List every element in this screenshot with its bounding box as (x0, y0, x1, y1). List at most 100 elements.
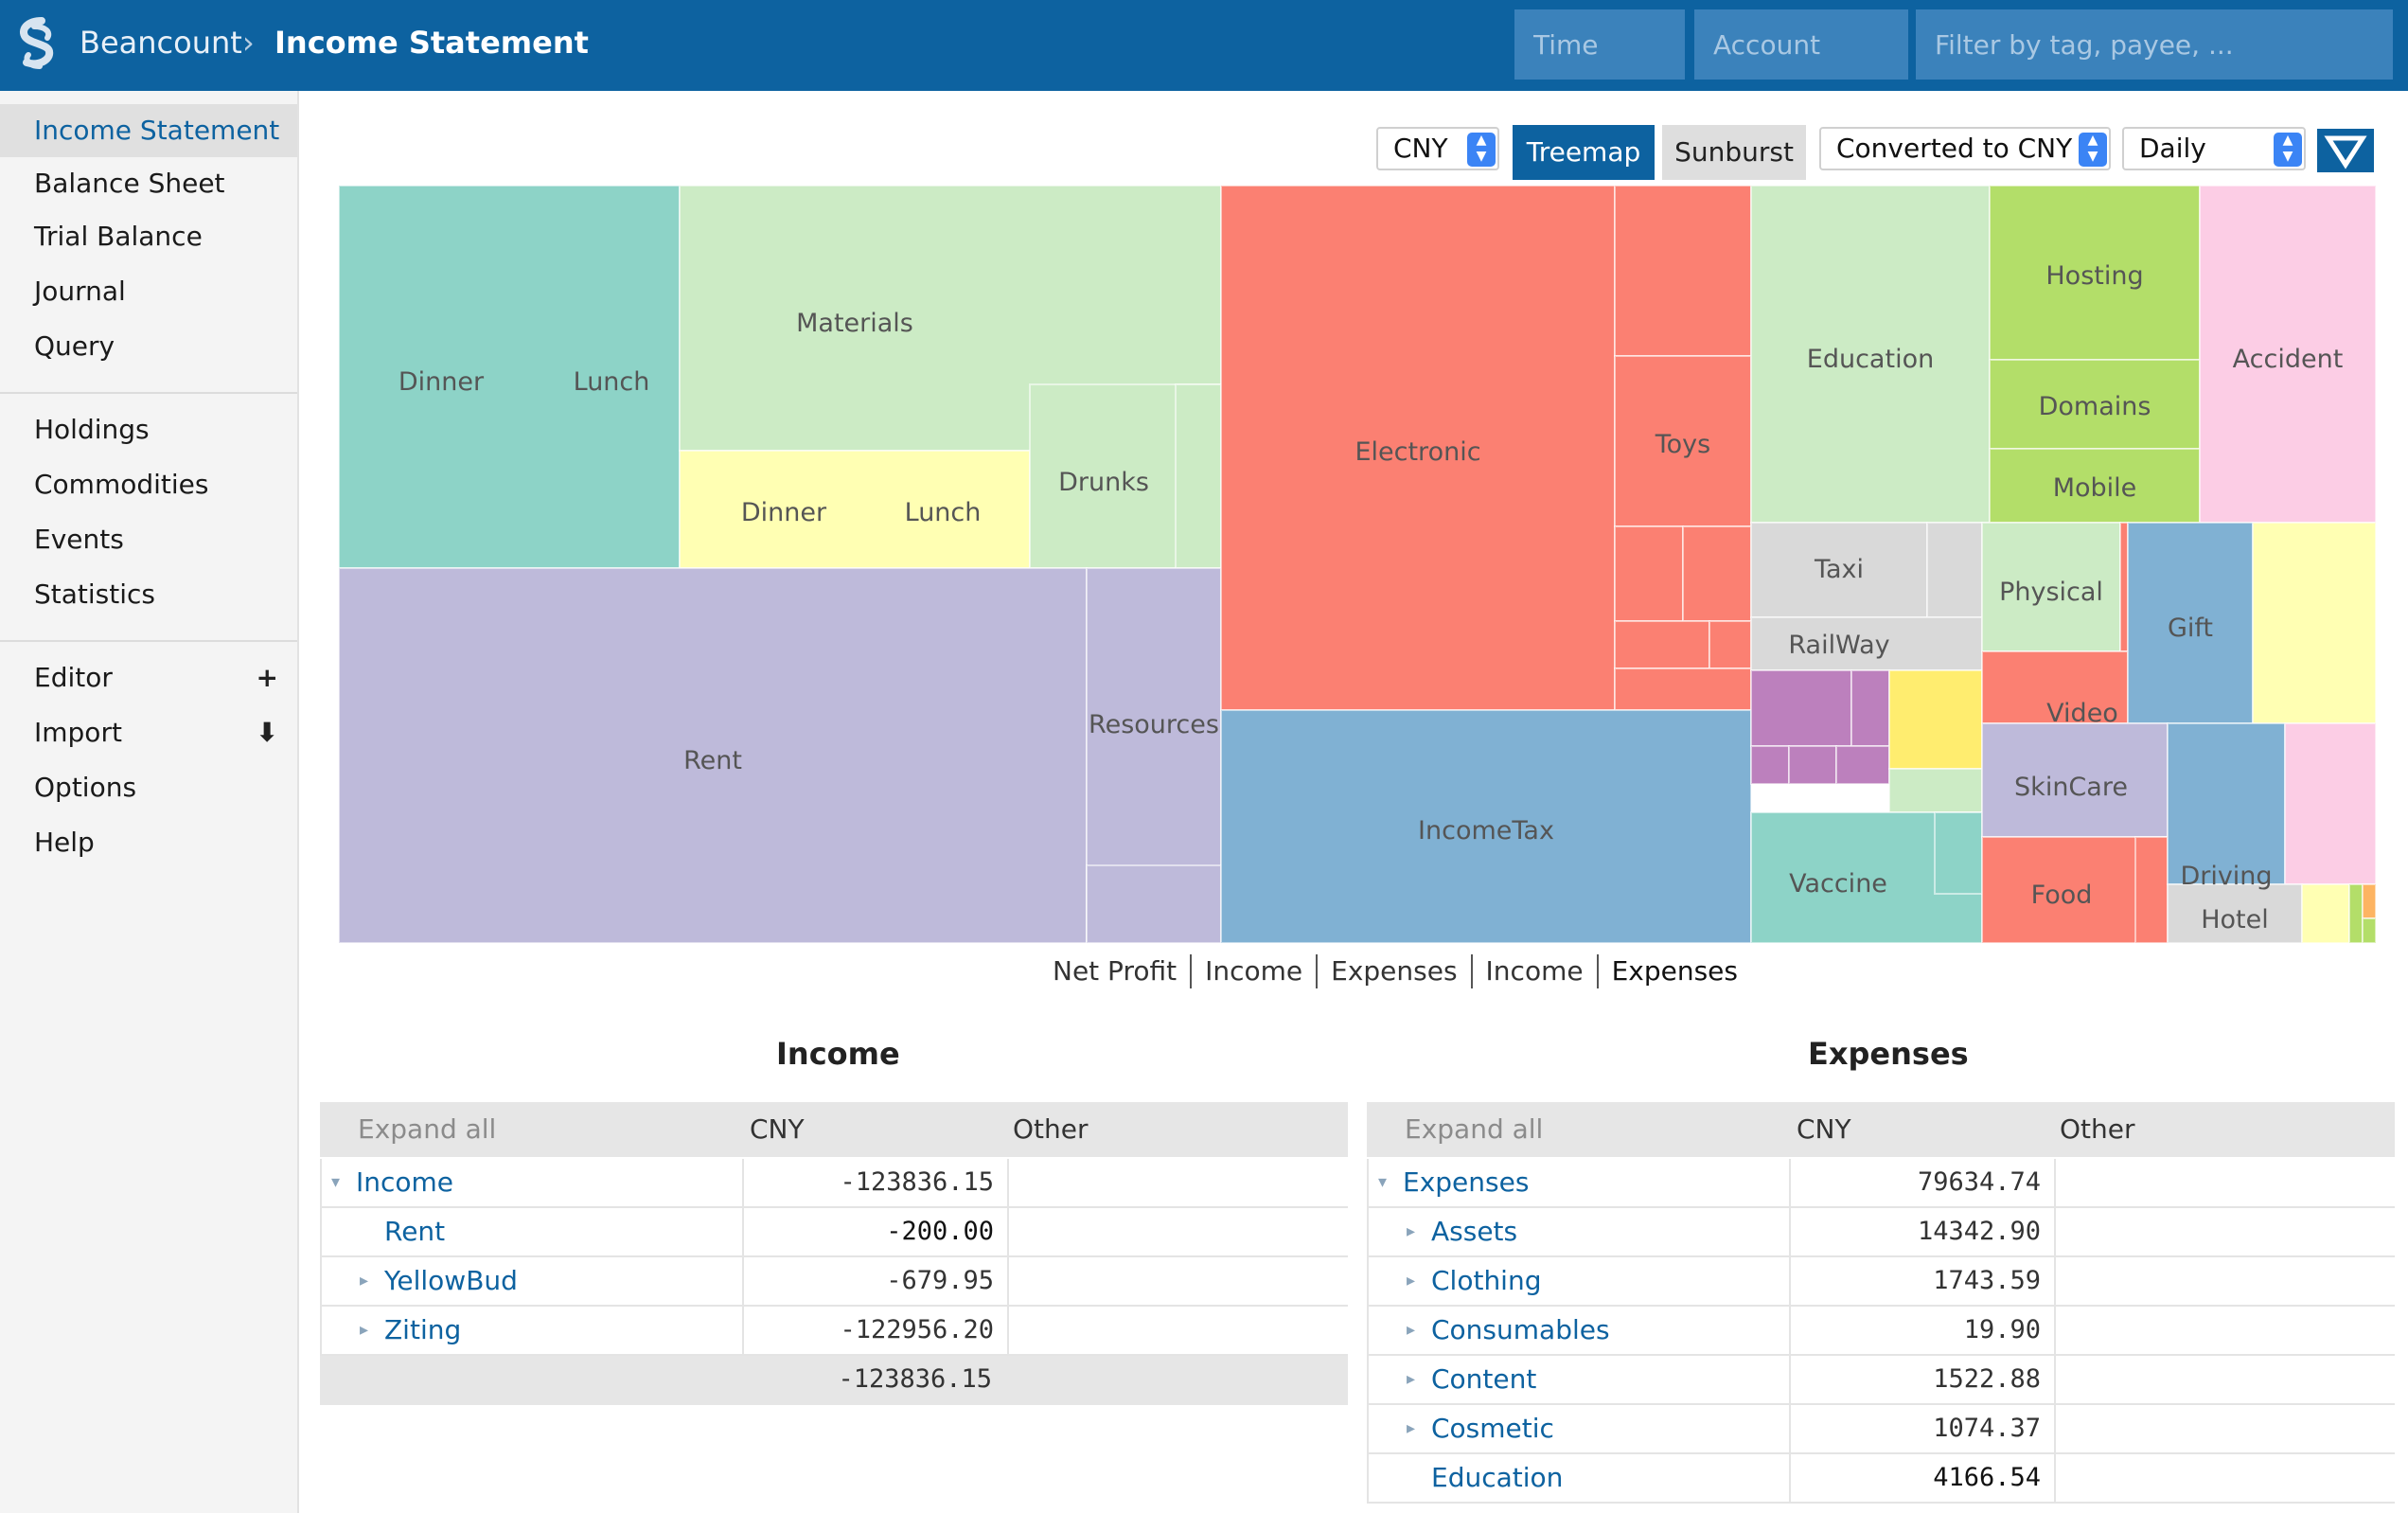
sunburst-button[interactable]: Sunburst (1662, 125, 1806, 180)
time-filter-input[interactable] (1514, 9, 1685, 80)
column-header-cny[interactable]: CNY (1797, 1102, 1851, 1157)
treemap-label: Domains (2039, 392, 2151, 421)
treemap-cell-small[interactable] (1614, 186, 1752, 357)
expand-triangle-icon[interactable]: ▸ (1407, 1208, 1415, 1255)
brand-link[interactable]: Beancount (80, 25, 242, 61)
treemap-cell-small[interactable] (2362, 917, 2376, 943)
expand-all-link[interactable]: Expand all (1405, 1102, 1543, 1157)
sidebar-item-statistics[interactable]: Statistics (0, 568, 297, 621)
account-link[interactable]: Clothing (1431, 1257, 1541, 1305)
treemap-label: Hosting (2045, 261, 2143, 291)
sidebar-item-holdings[interactable]: Holdings (0, 403, 297, 456)
treemap-cell-small[interactable] (2119, 522, 2129, 652)
treemap-cell-small[interactable] (1788, 745, 1837, 785)
sidebar-item-income-statement[interactable]: Income Statement (0, 104, 297, 157)
treemap-cell-small[interactable] (2252, 522, 2376, 724)
table-row[interactable]: ▸ Consumables 19.90 (1367, 1307, 2395, 1356)
account-link[interactable]: Cosmetic (1431, 1405, 1554, 1452)
treemap-cell-small[interactable] (1614, 668, 1752, 711)
account-link[interactable]: Income (356, 1159, 453, 1206)
treemap-cell-small[interactable] (1682, 525, 1752, 622)
account-link[interactable]: Content (1431, 1356, 1536, 1403)
treemap-cell-small[interactable] (1709, 620, 1752, 669)
table-row[interactable]: Education 4166.54 (1367, 1454, 2395, 1504)
treemap-cell-small[interactable] (1175, 383, 1222, 569)
expand-triangle-icon[interactable]: ▸ (1407, 1307, 1415, 1354)
treemap-cell-small[interactable] (1888, 669, 1983, 770)
expand-all-link[interactable]: Expand all (358, 1102, 496, 1157)
treemap-cell-small[interactable] (2362, 883, 2376, 919)
treemap-cell-small[interactable] (1614, 525, 1684, 622)
account-filter-input[interactable] (1694, 9, 1908, 80)
account-link[interactable]: Education (1431, 1454, 1563, 1502)
conversion-select[interactable]: Converted to CNY ▲ ▼ (1819, 127, 2111, 170)
expand-triangle-icon[interactable]: ▸ (360, 1307, 368, 1354)
treemap-cell-small[interactable] (1086, 864, 1222, 943)
table-row[interactable]: ▸ Ziting -122956.20 (320, 1307, 1348, 1356)
column-header-cny[interactable]: CNY (750, 1102, 805, 1157)
collapse-triangle-icon[interactable]: ▾ (1378, 1159, 1387, 1206)
sidebar-item-editor[interactable]: Editor + (0, 651, 297, 704)
chart-switcher: Net Profit Income Expenses Income Expens… (1039, 954, 1751, 988)
table-row[interactable]: ▸ YellowBud -679.95 (320, 1257, 1348, 1307)
treemap-cell-small[interactable] (1888, 768, 1983, 813)
sidebar-item-journal[interactable]: Journal (0, 265, 297, 318)
table-row[interactable]: ▸ Clothing 1743.59 (1367, 1257, 2395, 1307)
chart-switch-expenses[interactable]: Expenses (1316, 954, 1470, 988)
chart-switch-income[interactable]: Income (1190, 954, 1316, 988)
sidebar-item-query[interactable]: Query (0, 320, 297, 373)
treemap-button[interactable]: Treemap (1513, 125, 1655, 180)
treemap-cell-small[interactable] (2284, 722, 2376, 885)
account-link[interactable]: Rent (384, 1208, 445, 1255)
treemap-cell-small[interactable] (1750, 669, 1852, 747)
expand-triangle-icon[interactable]: ▸ (1407, 1356, 1415, 1403)
table-row[interactable]: Rent -200.00 (320, 1208, 1348, 1257)
select-stepper-icon: ▲ ▼ (2274, 133, 2302, 167)
sidebar-item-events[interactable]: Events (0, 513, 297, 566)
treemap-label: Taxi (1814, 555, 1864, 584)
column-header-other[interactable]: Other (1013, 1102, 1089, 1157)
plus-icon[interactable]: + (257, 651, 278, 704)
column-header-other[interactable]: Other (2060, 1102, 2135, 1157)
treemap-cell-small[interactable] (1926, 522, 1983, 618)
expand-triangle-icon[interactable]: ▸ (1407, 1257, 1415, 1305)
sidebar-item-help[interactable]: Help (0, 816, 297, 869)
table-row[interactable]: ▸ Assets 14342.90 (1367, 1208, 2395, 1257)
sidebar-item-options[interactable]: Options (0, 761, 297, 814)
chart-switch-expenses-treemap[interactable]: Expenses (1596, 954, 1751, 988)
collapse-triangle-icon[interactable]: ▾ (331, 1159, 340, 1206)
table-row[interactable]: ▾ Income -123836.15 (320, 1159, 1348, 1208)
account-link[interactable]: Ziting (384, 1307, 461, 1354)
currency-select[interactable]: CNY ▲ ▼ (1376, 127, 1499, 170)
treemap-cell-small[interactable] (1614, 620, 1710, 669)
sidebar-item-trial-balance[interactable]: Trial Balance (0, 210, 297, 263)
sidebar-item-commodities[interactable]: Commodities (0, 458, 297, 511)
beancount-logo-icon[interactable] (13, 17, 62, 72)
expand-triangle-icon[interactable]: ▸ (1407, 1405, 1415, 1452)
treemap-cell-driving[interactable] (2167, 722, 2286, 885)
treemap-cell-small[interactable] (1750, 745, 1790, 785)
treemap-cell-small[interactable] (2134, 836, 2169, 943)
treemap-cell-small[interactable] (1850, 669, 1890, 747)
interval-select[interactable]: Daily ▲ ▼ (2122, 127, 2306, 170)
treemap-cell-small[interactable] (1835, 745, 1890, 785)
account-link[interactable]: Consumables (1431, 1307, 1610, 1354)
treemap-cell-small[interactable] (1934, 811, 1983, 895)
table-row[interactable]: ▾ Expenses 79634.74 (1367, 1159, 2395, 1208)
sidebar-item-import[interactable]: Import ⬇ (0, 706, 297, 759)
account-link[interactable]: Assets (1431, 1208, 1517, 1255)
download-arrow-icon[interactable]: ⬇ (257, 706, 278, 759)
sidebar-item-balance-sheet[interactable]: Balance Sheet (0, 157, 297, 210)
tag-payee-filter-input[interactable] (1916, 9, 2393, 80)
chart-switch-income-treemap[interactable]: Income (1470, 954, 1597, 988)
treemap-cell-small[interactable] (2301, 883, 2350, 943)
column-divider (1789, 1208, 1791, 1257)
account-link[interactable]: Expenses (1403, 1159, 1529, 1206)
treemap-cell-small[interactable] (2348, 883, 2364, 943)
chart-switch-net-profit[interactable]: Net Profit (1039, 954, 1190, 988)
filter-toggle-button[interactable] (2317, 129, 2374, 172)
account-link[interactable]: YellowBud (384, 1257, 518, 1305)
table-row[interactable]: ▸ Content 1522.88 (1367, 1356, 2395, 1405)
expand-triangle-icon[interactable]: ▸ (360, 1257, 368, 1305)
table-row[interactable]: ▸ Cosmetic 1074.37 (1367, 1405, 2395, 1454)
